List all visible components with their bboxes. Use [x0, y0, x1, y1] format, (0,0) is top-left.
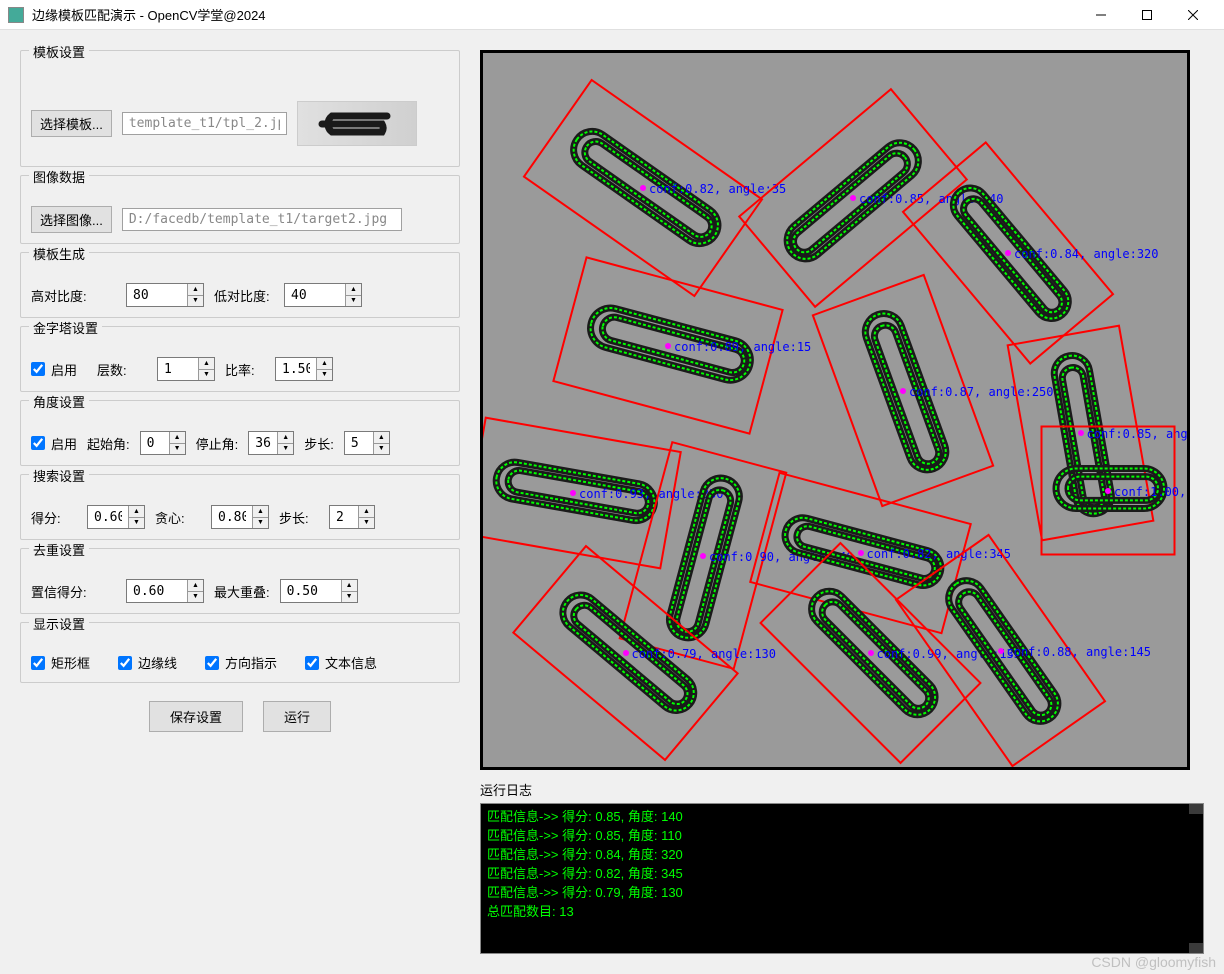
template-gen-group: 模板生成 高对比度: ▲▼ 低对比度: ▲▼ [20, 252, 460, 318]
detection-center [900, 388, 906, 394]
detection-label: conf:1.00, angle:80 [1114, 485, 1190, 499]
browse-image-button[interactable]: 选择图像... [31, 206, 112, 233]
detection-center [623, 650, 629, 656]
group-title: 金字塔设置 [29, 318, 102, 337]
group-title: 角度设置 [29, 392, 89, 411]
spin-down-icon: ▼ [188, 296, 203, 307]
angle-step-label: 步长: [304, 434, 334, 453]
pyramid-group: 金字塔设置 启用 层数: ▲▼ 比率: ▲▼ [20, 326, 460, 392]
detection-label: conf:0.88, angle:145 [1007, 645, 1152, 659]
titlebar: 边缘模板匹配演示 - OpenCV学堂@2024 [0, 0, 1224, 30]
run-button[interactable]: 运行 [263, 701, 331, 732]
group-title: 图像数据 [29, 167, 89, 186]
maximize-button[interactable] [1124, 0, 1170, 30]
search-step-label: 步长: [279, 508, 319, 527]
edge-checkbox[interactable]: 边缘线 [118, 653, 177, 672]
pyramid-levels-spin[interactable]: ▲▼ [157, 357, 215, 381]
detection-label: conf:0.89, angle:15 [674, 340, 811, 354]
group-title: 显示设置 [29, 614, 89, 633]
search-group: 搜索设置 得分: ▲▼ 贪心: ▲▼ 步长: ▲▼ [20, 474, 460, 540]
pyramid-levels-label: 层数: [97, 360, 147, 379]
angle-start-label: 起始角: [87, 434, 130, 453]
spin-up-icon: ▲ [346, 284, 361, 296]
log-line: 匹配信息->> 得分: 0.85, 角度: 140 [487, 806, 1197, 825]
dedup-overlap-spin[interactable]: ▲▼ [280, 579, 358, 603]
angle-start-spin[interactable]: ▲▼ [140, 431, 186, 455]
angle-step-spin[interactable]: ▲▼ [344, 431, 390, 455]
detection-center [850, 195, 856, 201]
group-title: 去重设置 [29, 540, 89, 559]
hi-contrast-label: 高对比度: [31, 286, 116, 305]
spin-up-icon: ▲ [188, 284, 203, 296]
search-greedy-spin[interactable]: ▲▼ [211, 505, 269, 529]
window-title: 边缘模板匹配演示 - OpenCV学堂@2024 [32, 5, 1078, 24]
detection-center [1005, 250, 1011, 256]
pyramid-ratio-label: 比率: [225, 360, 265, 379]
log-line: 匹配信息->> 得分: 0.79, 角度: 130 [487, 882, 1197, 901]
result-canvas: conf:0.82, angle:35 conf:0.85, angle:140… [480, 50, 1190, 770]
template-group: 模板设置 选择模板... [20, 50, 460, 167]
detection-center [998, 648, 1004, 654]
detection-center [640, 185, 646, 191]
spin-down-icon: ▼ [346, 296, 361, 307]
detection-label: conf:0.84, angle:320 [1014, 247, 1159, 261]
pyramid-enable-checkbox[interactable]: 启用 [31, 360, 77, 379]
save-settings-button[interactable]: 保存设置 [149, 701, 243, 732]
group-title: 模板设置 [29, 42, 89, 61]
image-path-input[interactable] [122, 208, 402, 231]
image-group: 图像数据 选择图像... [20, 175, 460, 244]
detection-center [700, 553, 706, 559]
log-line: 匹配信息->> 得分: 0.84, 角度: 320 [487, 844, 1197, 863]
text-checkbox[interactable]: 文本信息 [305, 653, 377, 672]
search-step-spin[interactable]: ▲▼ [329, 505, 375, 529]
search-greedy-label: 贪心: [155, 508, 201, 527]
log-line: 匹配信息->> 得分: 0.82, 角度: 345 [487, 863, 1197, 882]
detection-center [1105, 488, 1111, 494]
dedup-group: 去重设置 置信得分: ▲▼ 最大重叠: ▲▼ [20, 548, 460, 614]
angle-stop-label: 停止角: [196, 434, 239, 453]
hi-contrast-spin[interactable]: ▲▼ [126, 283, 204, 307]
lo-contrast-label: 低对比度: [214, 286, 274, 305]
log-line: 匹配信息->> 得分: 0.85, 角度: 110 [487, 825, 1197, 844]
group-title: 搜索设置 [29, 466, 89, 485]
app-icon [8, 7, 24, 23]
pyramid-ratio-spin[interactable]: ▲▼ [275, 357, 333, 381]
rect-checkbox[interactable]: 矩形框 [31, 653, 90, 672]
log-output[interactable]: 匹配信息->> 得分: 0.85, 角度: 140匹配信息->> 得分: 0.8… [480, 803, 1204, 954]
close-button[interactable] [1170, 0, 1216, 30]
dedup-overlap-label: 最大重叠: [214, 582, 270, 601]
browse-template-button[interactable]: 选择模板... [31, 110, 112, 137]
dir-checkbox[interactable]: 方向指示 [205, 653, 277, 672]
group-title: 模板生成 [29, 244, 89, 263]
detection-label: conf:0.79, angle:130 [632, 647, 777, 661]
search-score-label: 得分: [31, 508, 77, 527]
detection-center [858, 550, 864, 556]
angle-stop-spin[interactable]: ▲▼ [248, 431, 294, 455]
minimize-button[interactable] [1078, 0, 1124, 30]
template-path-input[interactable] [122, 112, 287, 135]
display-group: 显示设置 矩形框 边缘线 方向指示 文本信息 [20, 622, 460, 683]
search-score-spin[interactable]: ▲▼ [87, 505, 145, 529]
detection-center [665, 343, 671, 349]
template-preview [297, 101, 417, 146]
log-line: 总匹配数目: 13 [487, 901, 1197, 920]
log-title: 运行日志 [480, 778, 1204, 803]
detection-center [868, 650, 874, 656]
angle-group: 角度设置 启用 起始角: ▲▼ 停止角: ▲▼ 步长: ▲▼ [20, 400, 460, 466]
dedup-conf-spin[interactable]: ▲▼ [126, 579, 204, 603]
angle-enable-checkbox[interactable]: 启用 [31, 434, 77, 453]
dedup-conf-label: 置信得分: [31, 582, 116, 601]
detection-center [570, 490, 576, 496]
lo-contrast-spin[interactable]: ▲▼ [284, 283, 362, 307]
